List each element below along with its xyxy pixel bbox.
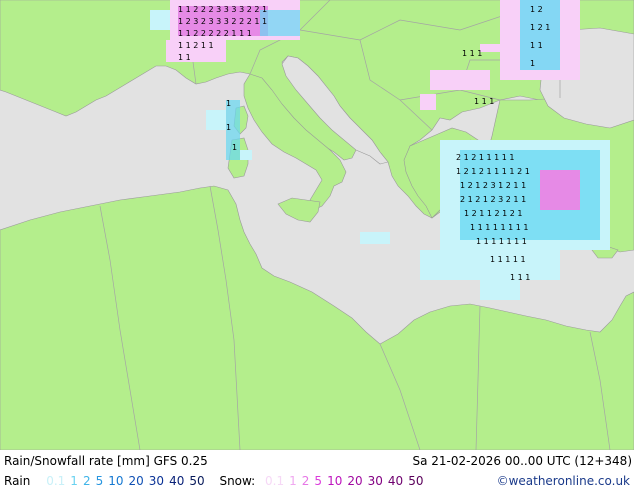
legend-rain-value: 2 <box>82 474 91 488</box>
site-credit-link[interactable]: ©weatheronline.co.uk <box>497 474 630 488</box>
map-title: Rain/Snowfall rate [mm] GFS 0.25 <box>4 454 208 468</box>
svg-text:1 1 1 1 1 1 1: 1 1 1 1 1 1 1 <box>476 237 527 246</box>
precipitation-map: 1 1 2 2 2 3 3 3 3 2 2 1 1 2 3 2 3 3 3 2 … <box>0 0 634 450</box>
legend-snow-value: 40 <box>387 474 404 488</box>
legend-snow-value: 20 <box>347 474 363 488</box>
legend-rain-value: 30 <box>148 474 165 488</box>
svg-text:2 1 2 1 1 1 1 1: 2 1 2 1 1 1 1 1 <box>456 153 515 162</box>
legend-rain-value: 5 <box>95 474 104 488</box>
map-footer: Rain/Snowfall rate [mm] GFS 0.25 Sa 21-0… <box>0 450 634 490</box>
legend-snow-value: 2 <box>301 474 310 488</box>
legend-rain-value: 1 <box>70 474 78 488</box>
svg-text:1 2 1 2 3 1 2 1 1: 1 2 1 2 3 1 2 1 1 <box>460 181 526 190</box>
svg-text:2 1 2 1 2 3 2 1 1: 2 1 2 1 2 3 2 1 1 <box>460 195 526 204</box>
svg-text:1 1: 1 1 <box>530 41 543 50</box>
svg-text:1 2 3 2 3 3 3 2 2 2 1 1: 1 2 3 2 3 3 3 2 2 2 1 1 <box>178 17 267 26</box>
svg-text:1 1 2 2 2 2 2 1 1 1: 1 1 2 2 2 2 2 1 1 1 <box>178 29 252 38</box>
legend-snow-value: 50 <box>408 474 424 488</box>
legend-rain-value: 0.1 <box>46 474 66 488</box>
legend-rain-value: 50 <box>189 474 205 488</box>
svg-text:1 1 1: 1 1 1 <box>474 97 494 106</box>
svg-text:1: 1 <box>226 99 231 108</box>
legend-snow-value: 0.1 <box>265 474 285 488</box>
legend-snow-value: 30 <box>367 474 383 488</box>
legend-snow-value: 5 <box>314 474 323 488</box>
svg-text:1 1 1 1 1: 1 1 1 1 1 <box>490 255 526 264</box>
legend-rain-values: 0.1 1 2 5 10 20 30 40 50 <box>46 474 209 488</box>
legend-snow-value: 1 <box>289 474 297 488</box>
svg-text:1: 1 <box>226 123 231 132</box>
svg-text:1 1 2 1 1: 1 1 2 1 1 <box>178 41 214 50</box>
svg-text:1 1: 1 1 <box>178 53 191 62</box>
svg-text:1 2: 1 2 <box>530 5 543 14</box>
legend-rain-value: 20 <box>128 474 144 488</box>
legend-rain-value: 10 <box>108 474 124 488</box>
legend-rain-value: 40 <box>169 474 185 488</box>
map-datetime: Sa 21-02-2026 00..00 UTC (12+348) <box>412 454 632 468</box>
legend-snow-value: 10 <box>327 474 343 488</box>
svg-text:1 2 1 1 2 1 2 1: 1 2 1 1 2 1 2 1 <box>464 209 523 218</box>
svg-text:1 2 1: 1 2 1 <box>530 23 550 32</box>
legend-rain-label: Rain <box>4 474 31 488</box>
svg-text:1 1 1 1 1 1 1 1: 1 1 1 1 1 1 1 1 <box>470 223 529 232</box>
legend: Rain 0.1 1 2 5 10 20 30 40 50 Snow: 0.1 1 2 5 10 20 30… <box>4 474 428 488</box>
svg-text:1: 1 <box>530 59 535 68</box>
svg-text:1: 1 <box>232 143 237 152</box>
svg-text:1 1 1: 1 1 1 <box>462 49 482 58</box>
svg-text:1 2 1 2 1 1 1 1 2 1: 1 2 1 2 1 1 1 1 2 1 <box>456 167 530 176</box>
svg-text:1 1 1: 1 1 1 <box>510 273 530 282</box>
svg-text:1 1 2 2 2 3 3 3 3 2 2 1: 1 1 2 2 2 3 3 3 3 2 2 1 <box>178 5 267 14</box>
legend-snow-label: Snow: <box>219 474 256 488</box>
legend-snow-values: 0.1 1 2 5 10 20 30 40 50 <box>265 474 428 488</box>
